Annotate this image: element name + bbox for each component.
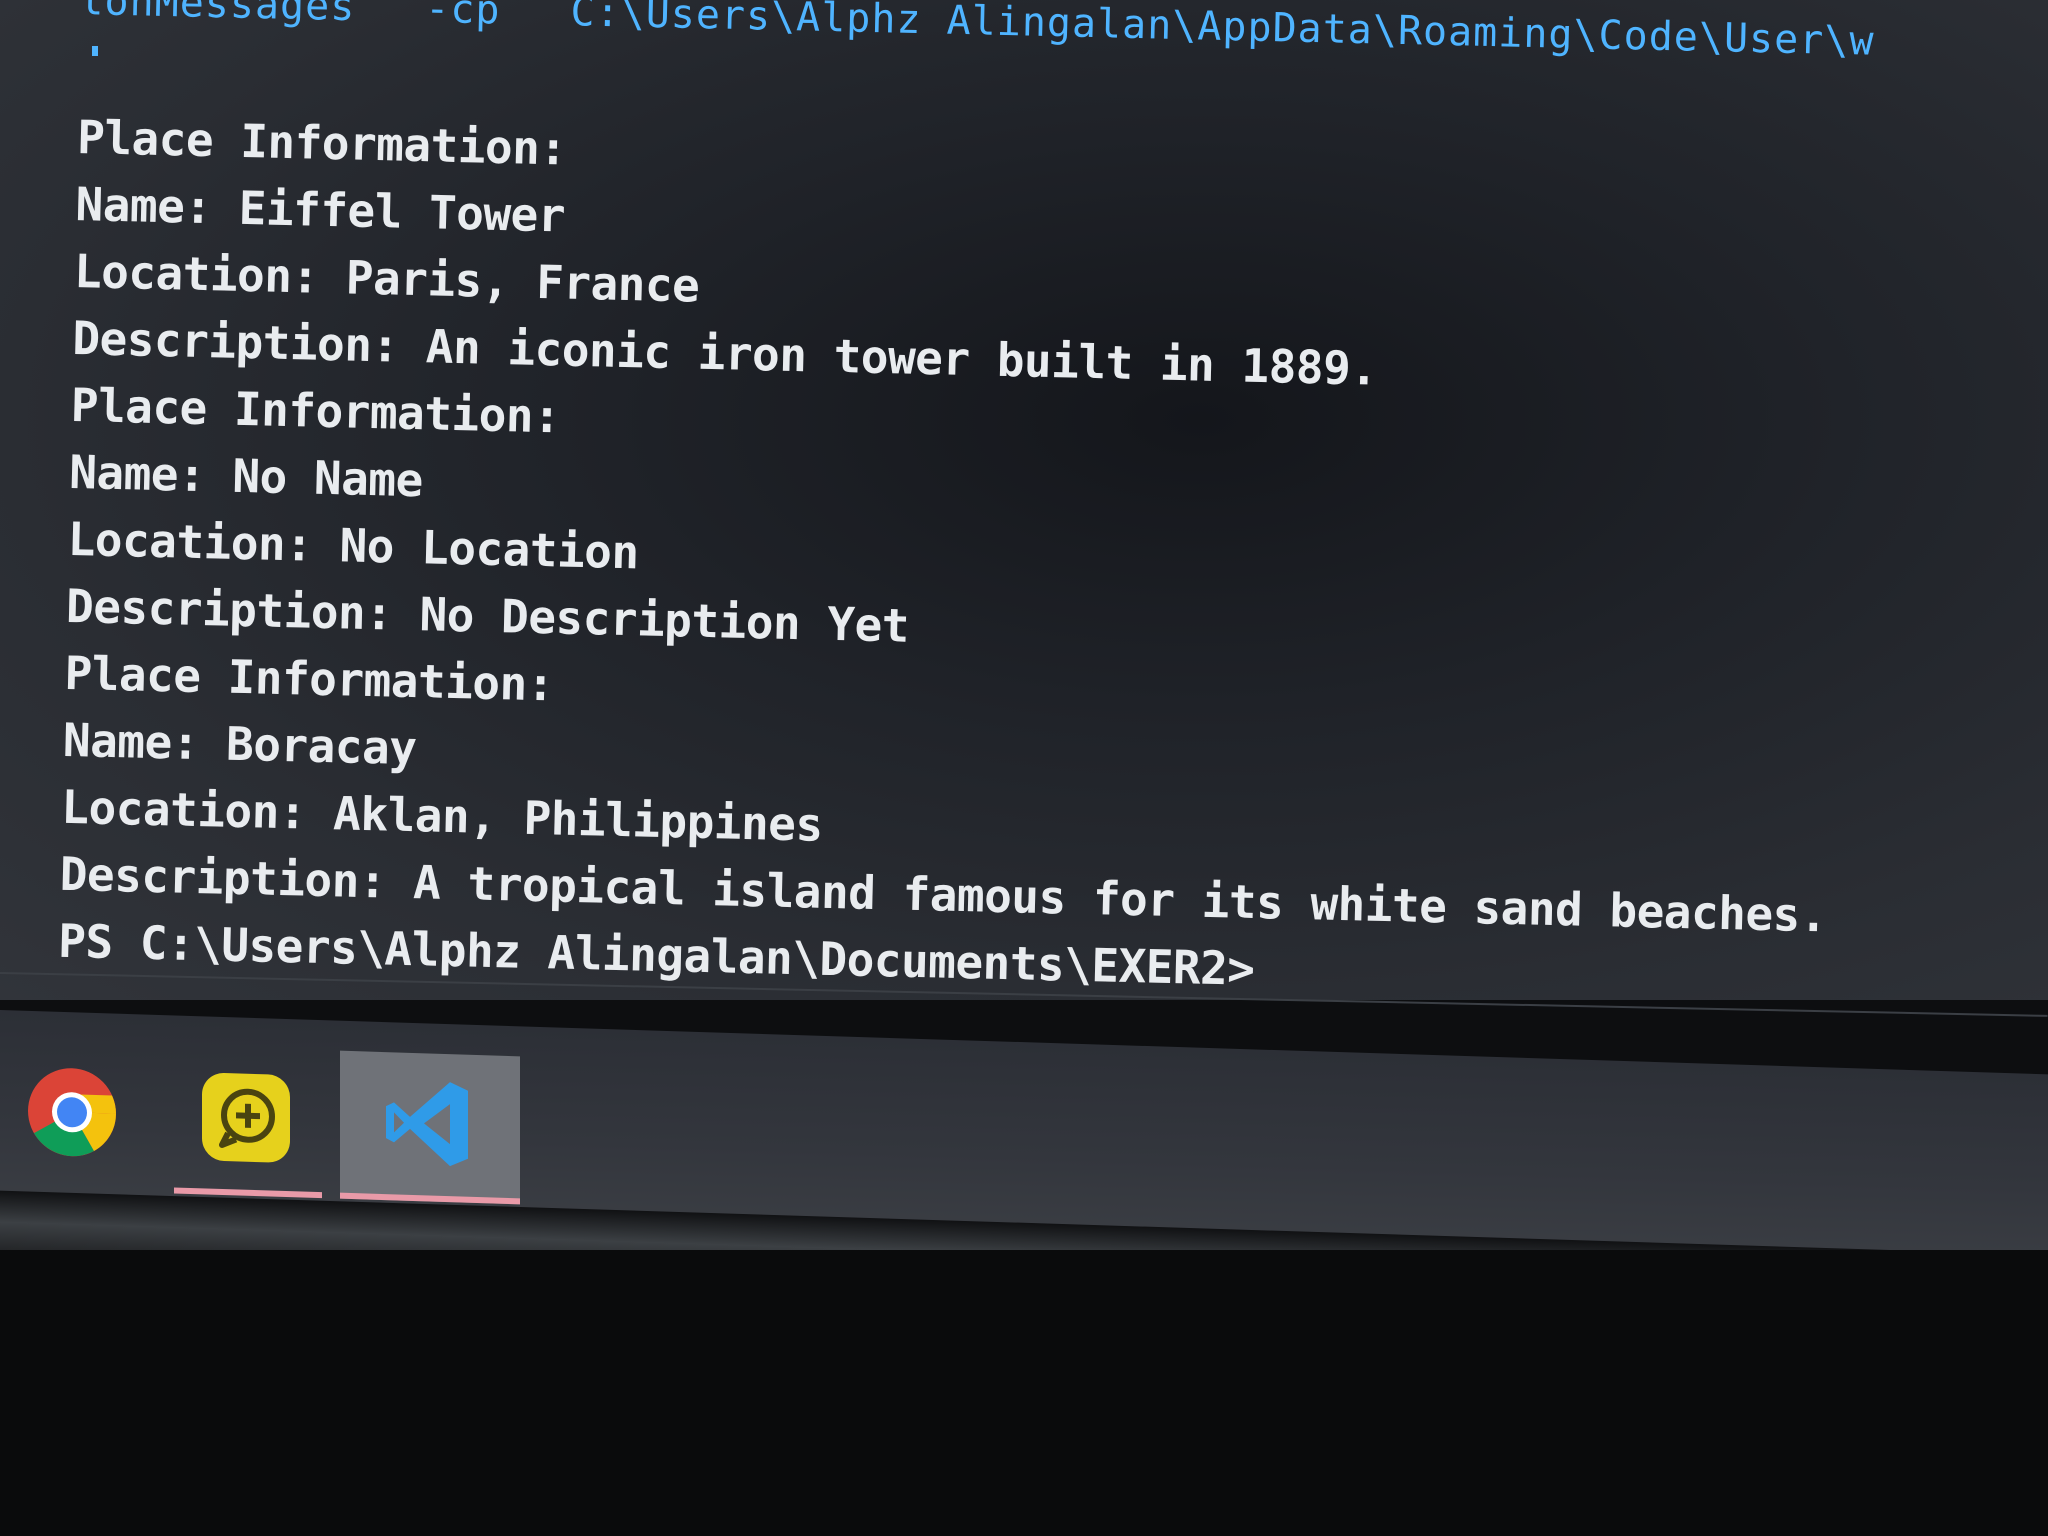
cursor-dot [92, 46, 98, 56]
command-part-1: lonMessages [78, 0, 356, 31]
taskbar-item-chrome[interactable] [0, 1040, 148, 1193]
taskbar-item-feedback-hub[interactable] [174, 1045, 322, 1199]
command-line: lonMessages -cp C:\Users\Alphz Alingalan\A… [79, 0, 2048, 69]
desk-surface [0, 1250, 2048, 1536]
chrome-icon [28, 1068, 116, 1157]
feedback-hub-icon [202, 1073, 290, 1163]
command-part-3: C:\Users\Alphz Alingalan\AppData\Roaming… [569, 0, 1875, 65]
terminal-panel[interactable]: lonMessages -cp C:\Users\Alphz Alingalan\A… [0, 0, 2048, 1000]
command-part-2: -cp [424, 0, 502, 34]
taskbar-item-vscode[interactable] [340, 1050, 520, 1205]
terminal-output: Place Information: Name: Eiffel Tower Lo… [57, 104, 1845, 1000]
vscode-icon [386, 1082, 468, 1167]
photo-of-screen: lonMessages -cp C:\Users\Alphz Alingalan\A… [0, 0, 2048, 1536]
